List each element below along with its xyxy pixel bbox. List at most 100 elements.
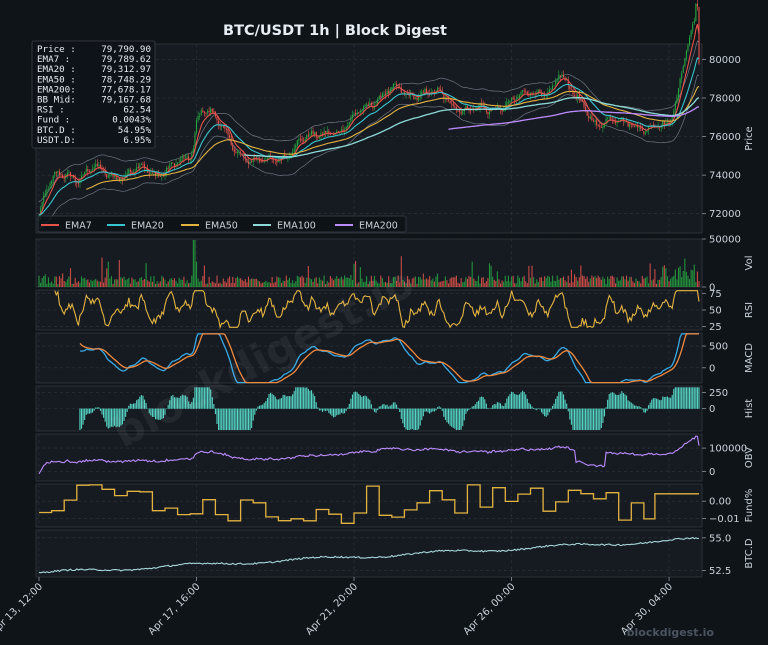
volume-bar-101 [197,278,199,287]
hist-bar-351 [591,408,593,431]
volume-bar-179 [320,279,322,287]
candle-body-409 [682,66,684,73]
hist-bar-386 [646,408,648,411]
volume-bar-40 [101,257,103,287]
candle-body-174 [312,130,314,134]
candle-body-224 [391,87,393,90]
candle-body-44 [107,176,109,178]
volume-bar-269 [462,282,464,287]
candle-body-164 [296,140,298,146]
volume-bar-64 [139,278,141,287]
volume-bar-99 [194,239,196,287]
candle-body-187 [333,134,335,136]
volume-bar-126 [236,276,239,287]
hist-bar-127 [238,408,240,431]
volume-bar-414 [690,269,692,287]
hist-bar-360 [605,407,607,409]
volume-bar-370 [621,276,623,287]
hist-bar-218 [381,404,383,409]
volume-bar-392 [655,283,658,287]
volume-bar-119 [225,282,228,287]
volume-bar-336 [567,275,569,287]
volume-bar-398 [665,268,667,287]
candle-body-207 [364,104,366,107]
volume-bar-351 [591,275,593,287]
hist-bar-230 [400,408,402,419]
candle-body-203 [358,112,360,114]
candle-body-7 [49,183,51,190]
hist-bar-396 [662,396,664,409]
candle-body-166 [299,138,302,140]
volume-bar-407 [679,266,681,287]
volume-bar-418 [696,271,698,287]
ylabel-hist: Hist [744,399,755,419]
volume-bar-41 [103,282,105,287]
ytick-label-hist-0: 0 [709,404,715,415]
volume-bar-299 [509,281,511,287]
candle-body-109 [210,109,212,113]
candle-body-239 [414,97,417,100]
hist-bar-255 [440,407,442,409]
volume-bar-128 [240,278,242,287]
hist-bar-236 [410,408,412,430]
hist-bar-408 [681,387,683,409]
hist-bar-192 [340,408,342,413]
volume-bar-363 [610,276,612,287]
hist-bar-225 [392,402,394,409]
volume-bar-339 [572,282,574,287]
candle-body-37 [96,164,98,166]
volume-bar-384 [643,278,645,287]
volume-bar-344 [580,265,582,287]
hist-bar-156 [284,394,286,409]
hist-bar-326 [551,406,554,409]
hist-bar-152 [277,399,279,409]
candle-body-120 [227,129,229,135]
hist-bar-271 [465,408,467,414]
volume-bar-349 [588,281,590,287]
hist-bar-244 [422,408,424,417]
volume-bar-260 [447,283,450,287]
price-legend: EMA7 EMA20 EMA50 EMA100 EMA200 [37,215,407,233]
hist-bar-384 [643,408,645,413]
hist-bar-113 [216,408,218,424]
candle-body-353 [594,120,596,122]
hist-bar-224 [391,404,393,409]
candle-body-94 [186,156,188,158]
volume-bar-35 [93,279,95,287]
hist-bar-254 [438,406,440,409]
volume-bar-121 [229,276,231,287]
hist-bar-270 [463,408,465,421]
candle-body-216 [378,96,380,99]
volume-bar-54 [123,276,125,287]
volume-bar-419 [698,280,700,287]
hist-bar-160 [290,396,292,409]
volume-bar-300 [510,276,513,287]
candle-body-50 [117,178,119,180]
hist-bar-227 [396,404,398,409]
volume-bar-186 [331,278,333,287]
hist-bar-140 [258,405,261,409]
hist-bar-313 [531,406,533,409]
volume-bar-379 [635,278,637,287]
hist-bar-240 [416,408,418,431]
candle-body-262 [451,103,453,105]
candle-body-105 [203,111,205,114]
candle-body-199 [351,114,354,118]
hist-bar-365 [613,392,615,409]
hist-bar-129 [241,408,243,431]
candle-body-411 [685,50,687,60]
candle-body-170 [306,135,308,140]
hist-bar-319 [540,408,543,413]
candle-body-221 [386,91,388,95]
volume-bar-411 [685,271,687,287]
candle-body-134 [249,161,251,164]
candle-body-45 [109,174,111,177]
candle-body-416 [693,20,695,24]
hist-bar-300 [510,391,513,409]
volume-bar-96 [189,282,191,287]
hist-bar-217 [380,406,382,409]
volume-bar-178 [318,277,320,287]
volume-bar-77 [159,281,161,287]
hist-bar-151 [276,399,278,409]
volume-bar-328 [555,280,557,287]
